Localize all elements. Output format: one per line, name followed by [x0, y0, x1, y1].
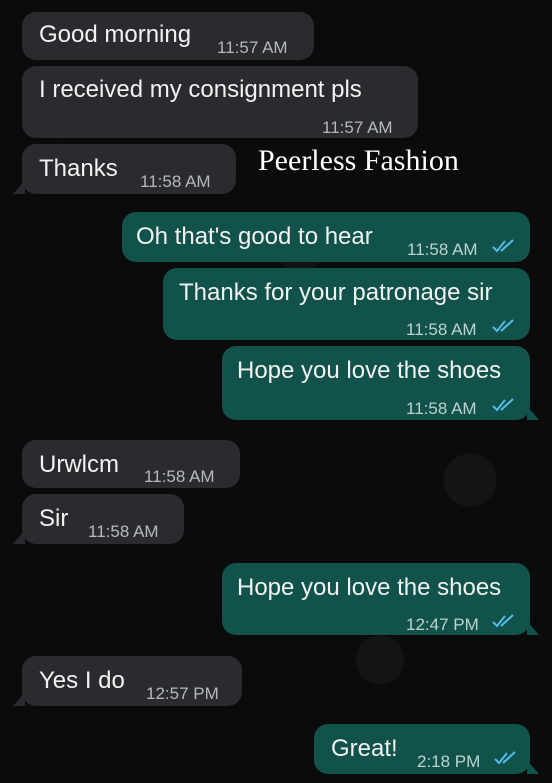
message-incoming[interactable]: Urwlcm 11:58 AM	[22, 440, 240, 488]
read-receipt-icon	[492, 398, 514, 412]
message-time: 11:58 AM	[144, 467, 215, 486]
message-time: 11:58 AM	[406, 399, 477, 418]
message-text: Good morning	[39, 21, 192, 48]
message-outgoing[interactable]: Thanks for your patronage sir 11:58 AM	[163, 268, 530, 340]
message-text: Urwlcm	[39, 451, 119, 478]
message-text: Sir	[39, 505, 69, 532]
message-incoming[interactable]: Sir 11:58 AM	[13, 494, 184, 544]
message-time: 2:18 PM	[417, 752, 481, 771]
message-time: 11:58 AM	[406, 320, 477, 339]
read-receipt-icon	[492, 239, 514, 253]
message-time: 12:57 PM	[146, 684, 219, 703]
message-time: 11:57 AM	[322, 118, 393, 137]
message-text: Hope you love the shoes	[237, 357, 502, 384]
message-time: 11:57 AM	[217, 38, 288, 57]
message-time: 11:58 AM	[88, 522, 159, 541]
message-text: Great!	[331, 735, 398, 762]
message-time: 11:58 AM	[140, 172, 211, 191]
message-time: 12:47 PM	[406, 615, 479, 634]
read-receipt-icon	[494, 751, 516, 765]
message-text: I received my consignment pls	[39, 76, 362, 103]
message-text: Thanks for your patronage sir	[179, 279, 493, 306]
message-text: Thanks	[39, 155, 118, 182]
message-incoming[interactable]: Yes I do 12:57 PM	[13, 656, 242, 706]
message-outgoing[interactable]: Great! 2:18 PM	[314, 724, 539, 774]
chat-area: Good morning 11:57 AM I received my cons…	[0, 0, 552, 783]
read-receipt-icon	[492, 614, 514, 628]
message-time: 11:58 AM	[407, 240, 478, 259]
message-incoming[interactable]: Thanks 11:58 AM	[13, 144, 236, 194]
message-incoming[interactable]: Good morning 11:57 AM	[22, 12, 314, 60]
message-text: Hope you love the shoes	[237, 574, 502, 601]
message-incoming[interactable]: I received my consignment pls 11:57 AM	[22, 66, 418, 138]
watermark-text: Peerless Fashion	[258, 144, 459, 177]
message-outgoing[interactable]: Hope you love the shoes 12:47 PM	[222, 563, 539, 635]
read-receipt-icon	[492, 319, 514, 333]
message-text: Oh that's good to hear	[136, 223, 373, 250]
message-text: Yes I do	[39, 667, 125, 694]
message-outgoing[interactable]: Oh that's good to hear 11:58 AM	[122, 212, 530, 262]
message-outgoing[interactable]: Hope you love the shoes 11:58 AM	[222, 346, 539, 420]
